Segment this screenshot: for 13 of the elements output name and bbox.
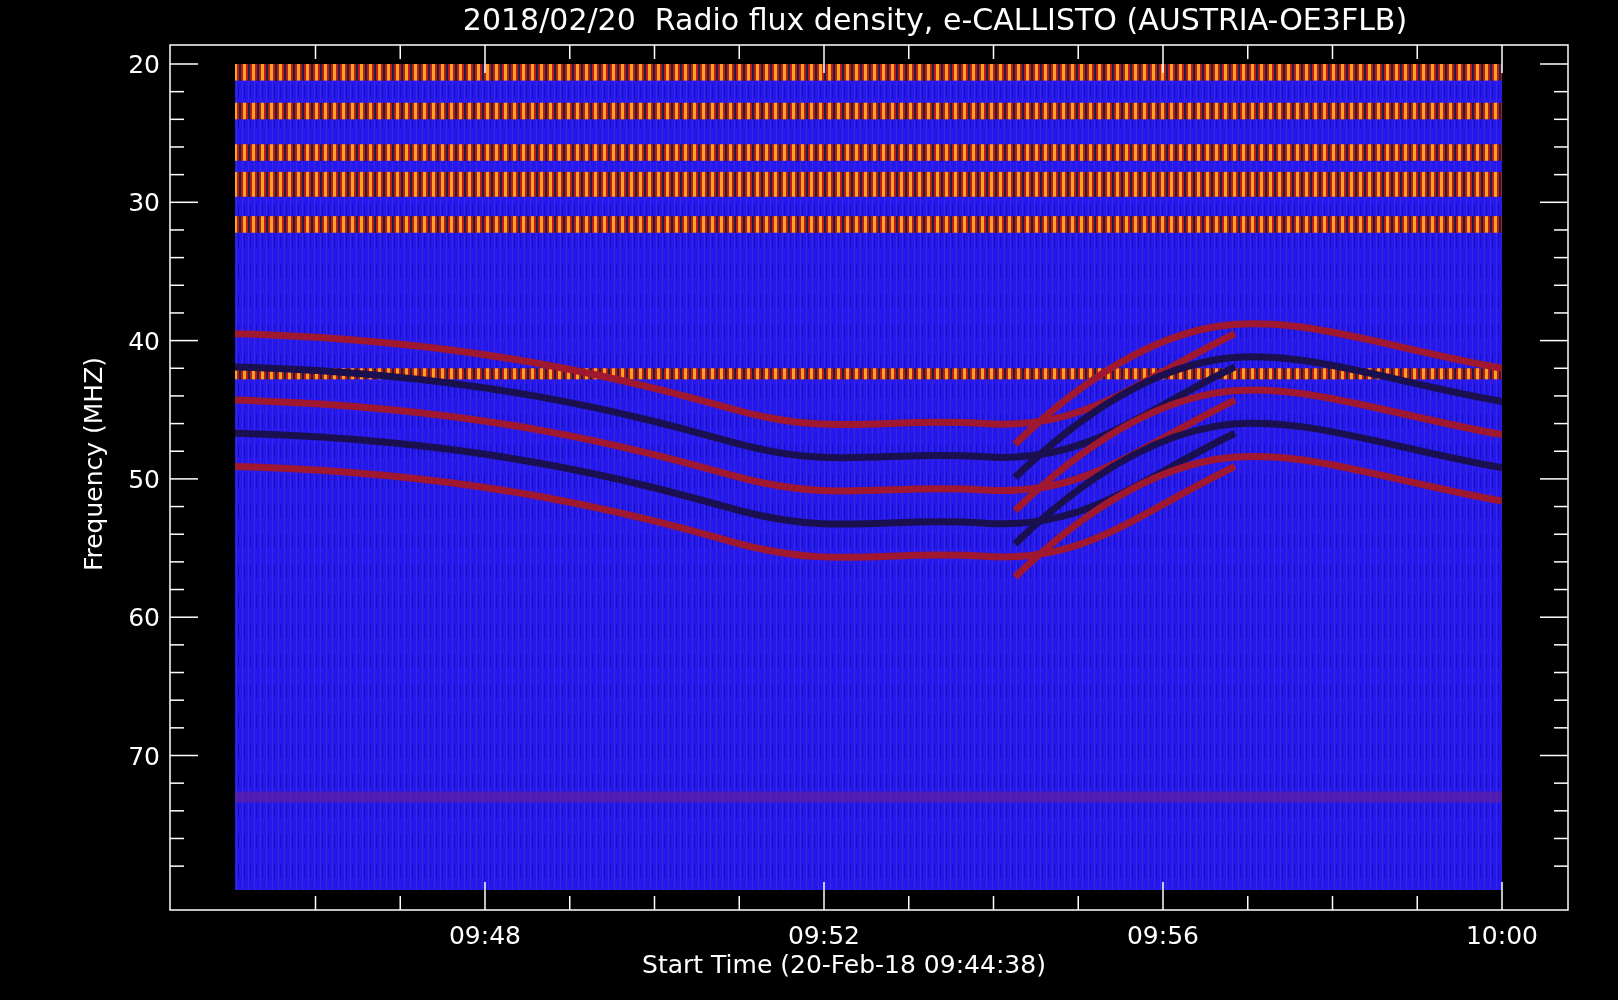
chart-title: 2018/02/20 Radio flux density, e-CALLISTO (AUSTRIA-OE3FLB) [462,1,1408,39]
tick-label: 70 [128,741,160,771]
tick-label: 09:56 [1127,921,1199,950]
tick-label: 09:48 [449,921,521,950]
axis-label: Start Time (20-Feb-18 09:44:38) [642,950,1046,979]
tick-label: 30 [128,188,160,218]
tick-label: 40 [128,326,160,356]
tick-label: 09:52 [788,921,860,950]
tick-label: 50 [128,464,160,494]
tick-label: 60 [128,603,160,633]
tick-label: 10:00 [1466,921,1538,950]
axis-label: Frequency (MHZ) [79,356,108,572]
tick-label: 20 [128,50,160,79]
